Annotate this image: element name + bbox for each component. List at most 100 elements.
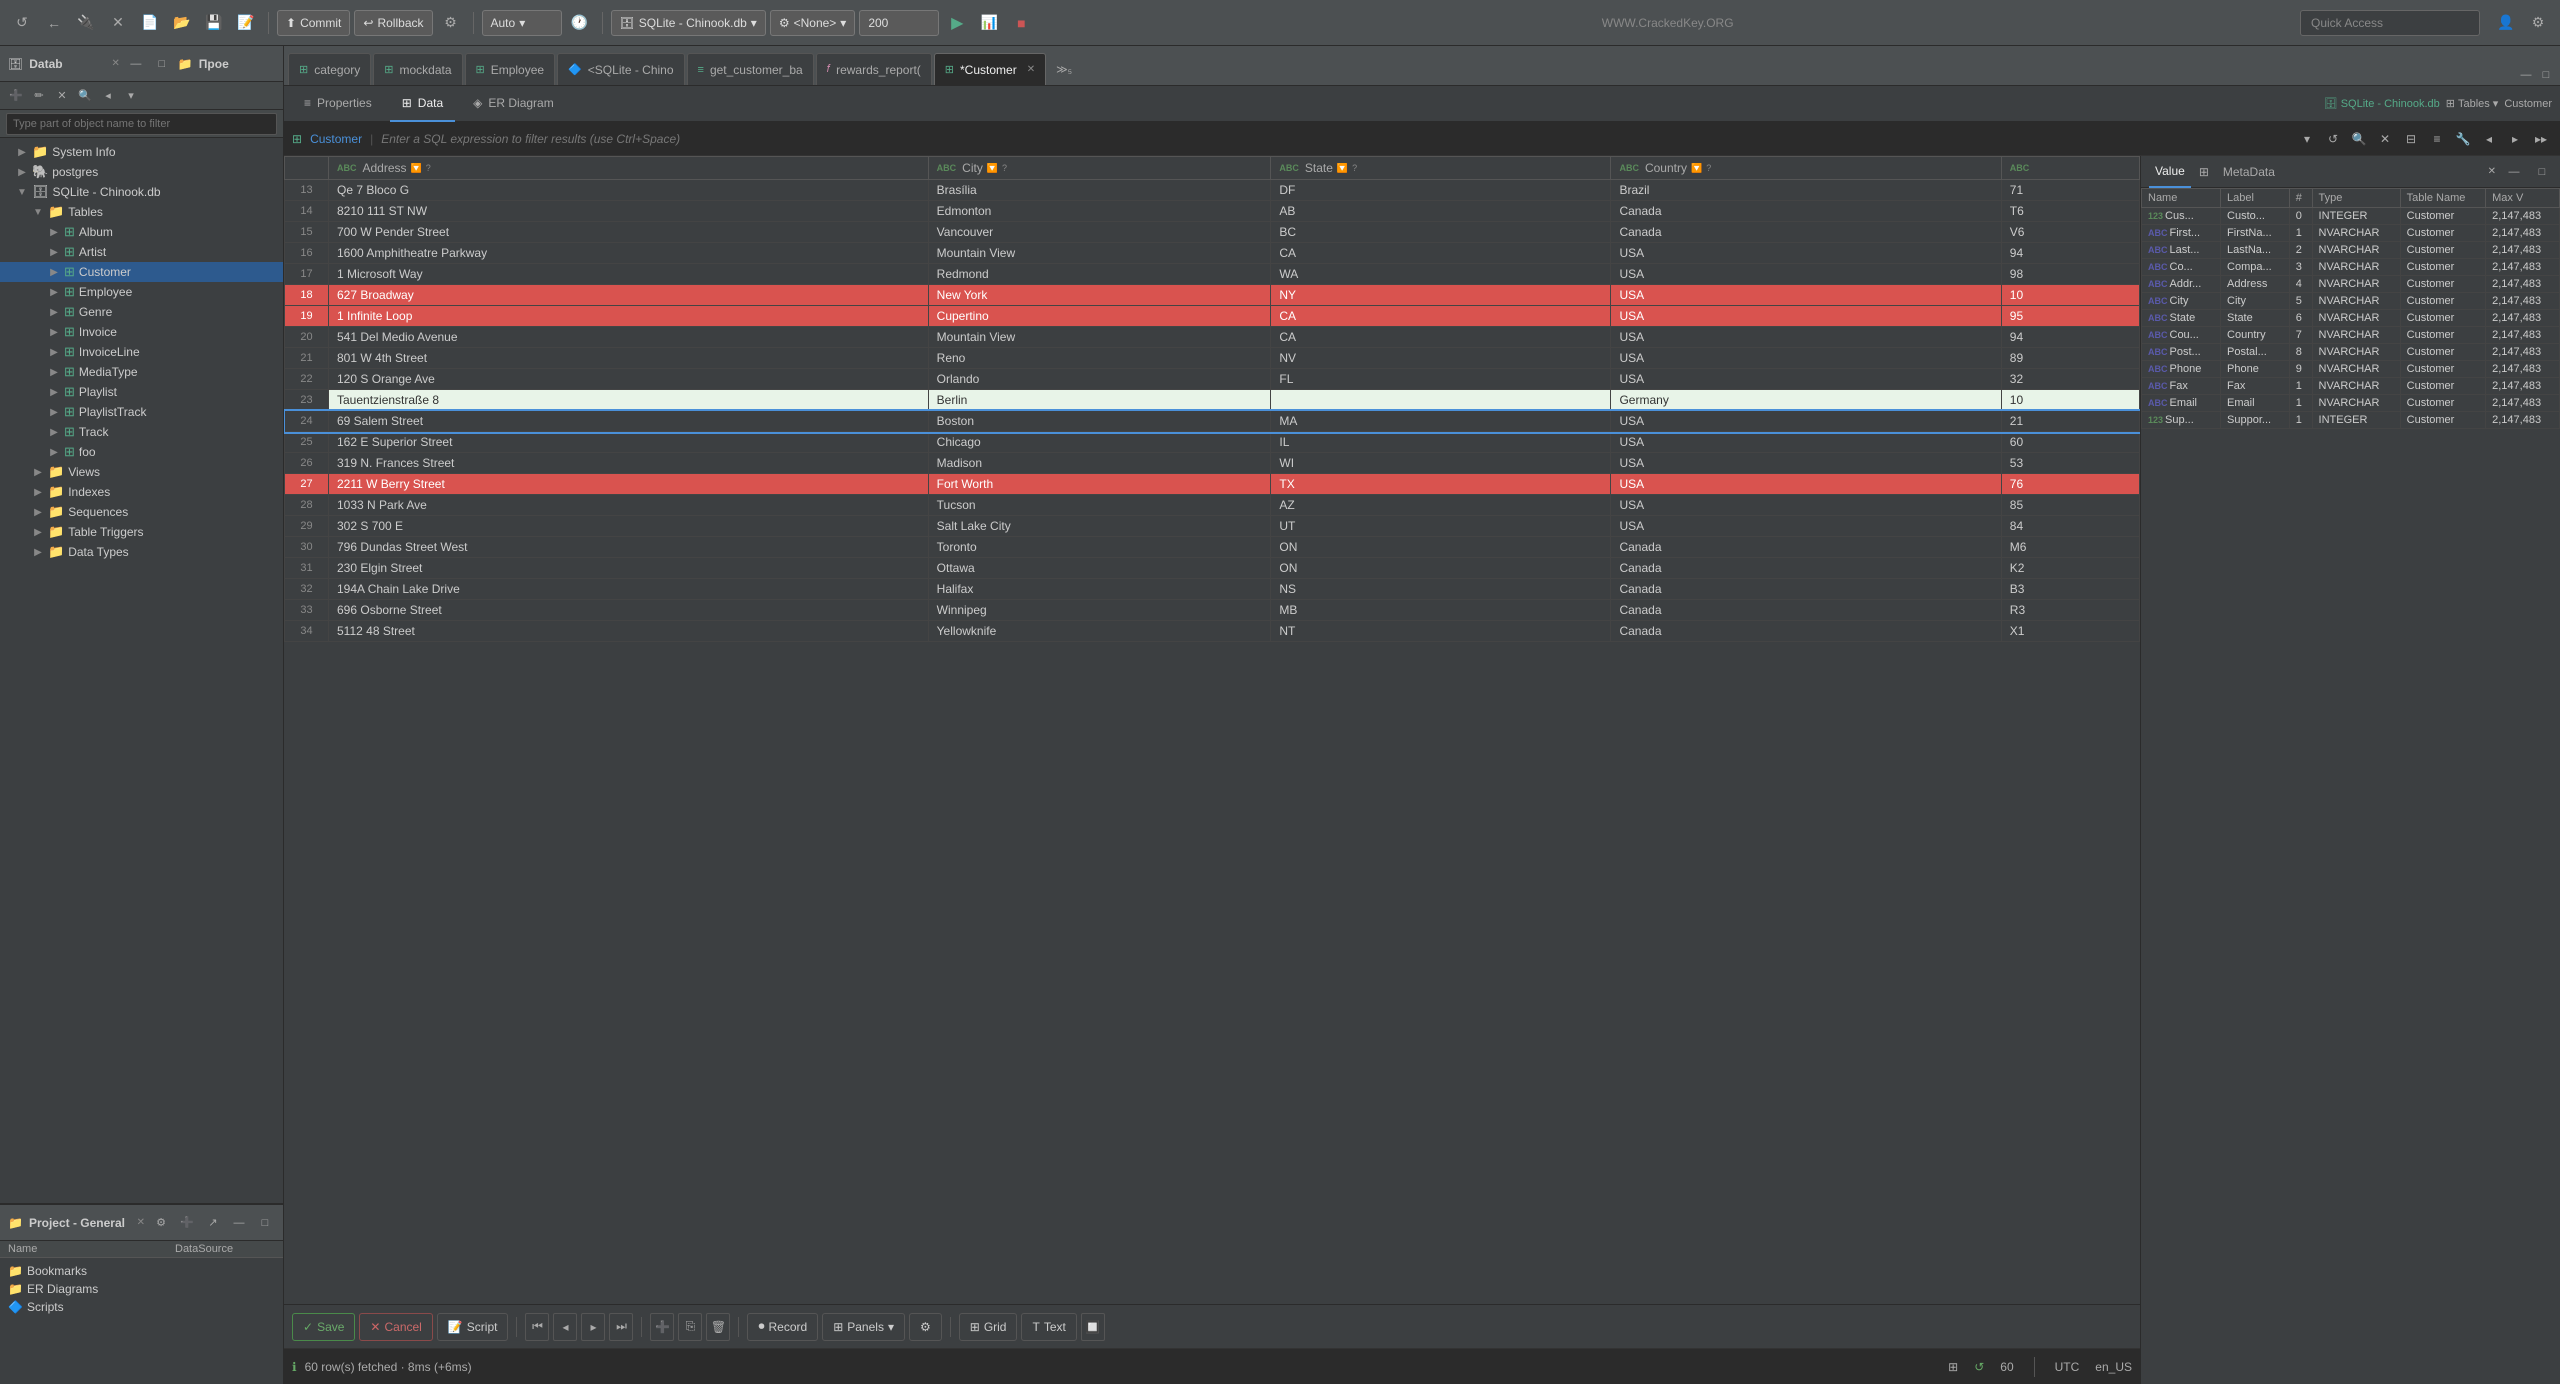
- none-selector[interactable]: ⚙ <None> ▾: [770, 10, 856, 36]
- view-extra-button[interactable]: 🔲: [1081, 1313, 1105, 1341]
- filter-city-icon[interactable]: 🔽: [987, 163, 998, 174]
- cell-address[interactable]: 1600 Amphitheatre Parkway: [329, 243, 929, 264]
- cell-address[interactable]: 696 Osborne Street: [329, 600, 929, 621]
- cell-country[interactable]: USA: [1611, 516, 2001, 537]
- cell-extra[interactable]: 84: [2001, 516, 2139, 537]
- cell-country[interactable]: USA: [1611, 285, 2001, 306]
- cell-state[interactable]: NY: [1271, 285, 1611, 306]
- cell-city[interactable]: Berlin: [928, 390, 1271, 411]
- cell-extra[interactable]: 10: [2001, 285, 2139, 306]
- tree-item-invoiceline[interactable]: ▶ ⊞ InvoiceLine: [0, 342, 283, 362]
- filter-address-q[interactable]: ?: [426, 163, 431, 173]
- cell-extra[interactable]: B3: [2001, 579, 2139, 600]
- cell-address[interactable]: 5112 48 Street: [329, 621, 929, 642]
- cancel-button[interactable]: ✕ Cancel: [359, 1313, 432, 1341]
- data-table-wrapper[interactable]: ABC Address 🔽 ? ABC City: [284, 156, 2140, 1304]
- toolbar-tx-icon[interactable]: ⚙: [437, 9, 465, 37]
- text-button[interactable]: T Text: [1021, 1313, 1076, 1341]
- cell-country[interactable]: Brazil: [1611, 180, 2001, 201]
- cell-state[interactable]: UT: [1271, 516, 1611, 537]
- toolbar-explain-icon[interactable]: 📊: [975, 9, 1003, 37]
- cell-state[interactable]: AB: [1271, 201, 1611, 222]
- edit-connection-icon[interactable]: ✏: [29, 86, 49, 106]
- toolbar-script-icon[interactable]: 📝: [232, 9, 260, 37]
- tab-category[interactable]: ⊞ category: [288, 53, 371, 85]
- tree-item-customer[interactable]: ▶ ⊞ Customer: [0, 262, 283, 282]
- cell-extra[interactable]: 10: [2001, 390, 2139, 411]
- more-icon[interactable]: ▾: [121, 86, 141, 106]
- nav-prev-button[interactable]: ◂: [553, 1313, 577, 1341]
- filter-country-icon[interactable]: 🔽: [1691, 163, 1702, 174]
- vp-row[interactable]: 123Sup... Suppor... 1 INTEGER Customer 2…: [2142, 412, 2560, 429]
- filter-state-icon[interactable]: 🔽: [1337, 163, 1348, 174]
- cell-extra[interactable]: T6: [2001, 201, 2139, 222]
- cell-city[interactable]: Winnipeg: [928, 600, 1271, 621]
- project-add-icon[interactable]: ➕: [177, 1213, 197, 1233]
- cell-address[interactable]: Qe 7 Bloco G: [329, 180, 929, 201]
- ed-tab-properties[interactable]: ≡ Properties: [292, 86, 384, 122]
- cell-city[interactable]: Chicago: [928, 432, 1271, 453]
- cell-city[interactable]: Yellowknife: [928, 621, 1271, 642]
- cell-extra[interactable]: 76: [2001, 474, 2139, 495]
- nav-first-button[interactable]: ⏮: [525, 1313, 549, 1341]
- delete-row-button[interactable]: 🗑: [706, 1313, 730, 1341]
- cell-city[interactable]: Salt Lake City: [928, 516, 1271, 537]
- cell-city[interactable]: Halifax: [928, 579, 1271, 600]
- cell-country[interactable]: USA: [1611, 369, 2001, 390]
- cell-city[interactable]: Boston: [928, 411, 1271, 432]
- cell-state[interactable]: CA: [1271, 327, 1611, 348]
- cell-country[interactable]: Germany: [1611, 390, 2001, 411]
- tree-item-genre[interactable]: ▶ ⊞ Genre: [0, 302, 283, 322]
- tree-item-table-triggers[interactable]: ▶ 📁 Table Triggers: [0, 522, 283, 542]
- cell-address[interactable]: Tauentzienstraße 8: [329, 390, 929, 411]
- cell-state[interactable]: [1271, 390, 1611, 411]
- tree-item-data-types[interactable]: ▶ 📁 Data Types: [0, 542, 283, 562]
- cell-address[interactable]: 541 Del Medio Avenue: [329, 327, 929, 348]
- cell-country[interactable]: USA: [1611, 306, 2001, 327]
- col-header-state[interactable]: ABC State 🔽 ?: [1271, 157, 1611, 180]
- cell-address[interactable]: 796 Dundas Street West: [329, 537, 929, 558]
- cell-city[interactable]: Tucson: [928, 495, 1271, 516]
- cell-state[interactable]: WA: [1271, 264, 1611, 285]
- filter-address-icon[interactable]: 🔽: [411, 163, 422, 174]
- toolbar-stop-icon[interactable]: ■: [1007, 9, 1035, 37]
- toolbar-connect-icon[interactable]: 🔌: [72, 9, 100, 37]
- tree-item-invoice[interactable]: ▶ ⊞ Invoice: [0, 322, 283, 342]
- cell-state[interactable]: AZ: [1271, 495, 1611, 516]
- cell-extra[interactable]: 32: [2001, 369, 2139, 390]
- proj-item-er-diagrams[interactable]: 📁 ER Diagrams: [0, 1280, 283, 1298]
- cell-extra[interactable]: 53: [2001, 453, 2139, 474]
- commit-button[interactable]: ⬆ Commit: [277, 10, 350, 36]
- cell-extra[interactable]: 71: [2001, 180, 2139, 201]
- cell-city[interactable]: Brasília: [928, 180, 1271, 201]
- cell-state[interactable]: TX: [1271, 474, 1611, 495]
- cell-country[interactable]: USA: [1611, 495, 2001, 516]
- quick-access-input[interactable]: Quick Access: [2300, 10, 2480, 36]
- toolbar-run-icon[interactable]: ▶: [943, 9, 971, 37]
- cell-address[interactable]: 1 Microsoft Way: [329, 264, 929, 285]
- cell-extra[interactable]: X1: [2001, 621, 2139, 642]
- cell-address[interactable]: 8210 111 ST NW: [329, 201, 929, 222]
- db-selector[interactable]: 🗄 SQLite - Chinook.db ▾: [611, 10, 766, 36]
- tab-more[interactable]: ≫₅: [1048, 53, 1080, 85]
- cell-country[interactable]: USA: [1611, 327, 2001, 348]
- proj-item-scripts[interactable]: 🔷 Scripts: [0, 1298, 283, 1316]
- bc-order-icon[interactable]: ≡: [2426, 128, 2448, 150]
- vp-row[interactable]: ABCCity City 5 NVARCHAR Customer 2,147,4…: [2142, 293, 2560, 310]
- tree-item-playlisttrack[interactable]: ▶ ⊞ PlaylistTrack: [0, 402, 283, 422]
- nav-next-button[interactable]: ▸: [581, 1313, 605, 1341]
- toolbar-disconnect-icon[interactable]: ✕: [104, 9, 132, 37]
- toolbar-settings-icon[interactable]: ⚙: [2524, 9, 2552, 37]
- vp-content[interactable]: Name Label # Type Table Name Max V 123Cu…: [2141, 188, 2560, 1384]
- nav-last-button[interactable]: ⏭: [609, 1313, 633, 1341]
- bc-dropdown-icon[interactable]: ▾: [2296, 128, 2318, 150]
- cell-country[interactable]: Canada: [1611, 201, 2001, 222]
- tree-item-track[interactable]: ▶ ⊞ Track: [0, 422, 283, 442]
- bc-advanced-filter-icon[interactable]: ⊟: [2400, 128, 2422, 150]
- cell-state[interactable]: IL: [1271, 432, 1611, 453]
- vp-row[interactable]: ABCFirst... FirstNa... 1 NVARCHAR Custom…: [2142, 225, 2560, 242]
- object-filter-input[interactable]: [6, 113, 277, 135]
- cell-city[interactable]: Orlando: [928, 369, 1271, 390]
- cell-extra[interactable]: 95: [2001, 306, 2139, 327]
- cell-state[interactable]: CA: [1271, 306, 1611, 327]
